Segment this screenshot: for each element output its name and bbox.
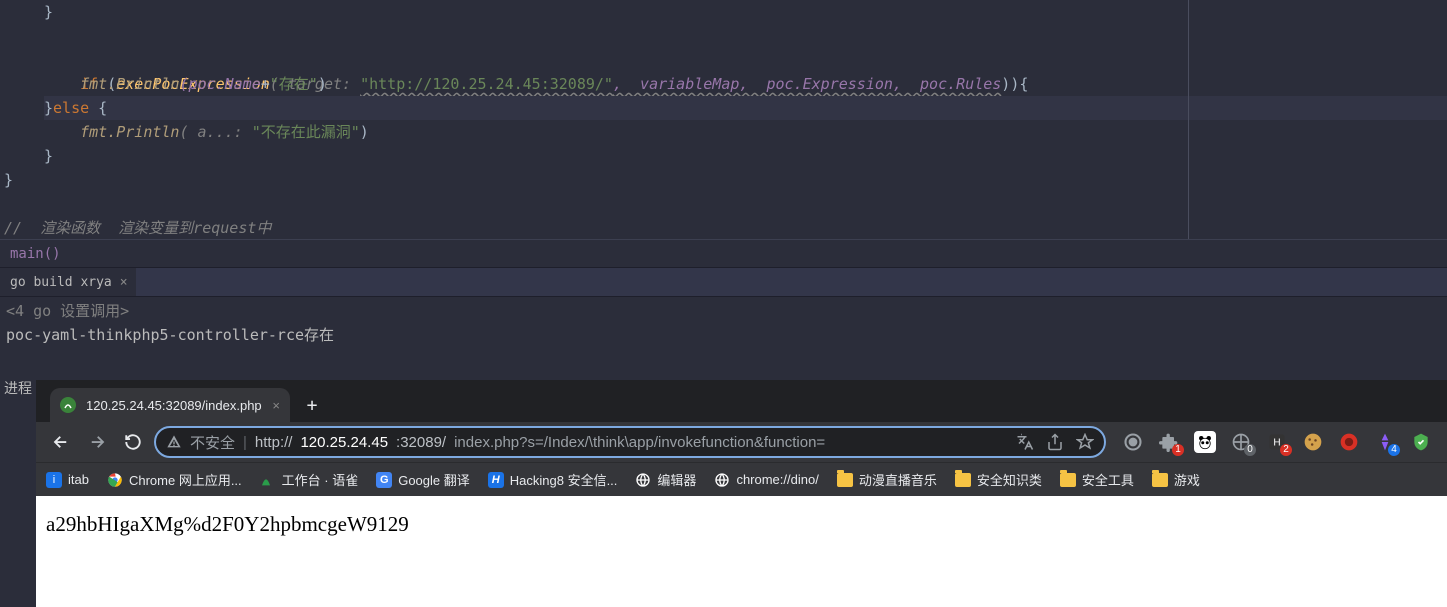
badge: 4 <box>1388 444 1400 456</box>
reload-button[interactable] <box>118 427 148 457</box>
badge: 1 <box>1172 444 1184 456</box>
ext-circle-icon[interactable] <box>1122 431 1144 453</box>
forward-button[interactable] <box>82 427 112 457</box>
star-icon[interactable] <box>1076 433 1094 451</box>
badge: 2 <box>1280 444 1292 456</box>
browser-tab-title: 120.25.24.45:32089/index.php <box>86 398 262 413</box>
warning-icon <box>166 434 182 450</box>
bookmark-icon: i <box>46 472 62 488</box>
status-text: 进程 <box>4 378 32 398</box>
console-line: <4 go 设置调用> <box>6 299 1441 323</box>
folder-icon <box>1060 473 1076 487</box>
console-line: poc-yaml-thinkphp5-controller-rce存在 <box>6 323 1441 347</box>
bookmark-item[interactable]: GGoogle 翻译 <box>376 470 470 489</box>
bookmark-icon: G <box>376 472 392 488</box>
ext-panda-icon[interactable] <box>1194 431 1216 453</box>
folder-icon <box>1152 473 1168 487</box>
run-tab-bar: go build xrya × <box>0 267 1447 297</box>
ext-red-icon[interactable] <box>1338 431 1360 453</box>
ext-cookie-icon[interactable] <box>1302 431 1324 453</box>
console-output[interactable]: <4 go 设置调用> poc-yaml-thinkphp5-controlle… <box>0 297 1447 357</box>
bookmark-icon <box>260 472 276 488</box>
run-tab[interactable]: go build xrya × <box>0 268 136 296</box>
browser-window: 120.25.24.45:32089/index.php × + 不安全 | h… <box>36 380 1447 607</box>
browser-tab-strip: 120.25.24.45:32089/index.php × + <box>36 380 1447 422</box>
page-content[interactable]: a29hbHIgaXMg%d2F0Y2hpbmcgeW9129 <box>36 496 1447 607</box>
breadcrumb[interactable]: main() <box>0 239 1447 267</box>
bookmark-folder[interactable]: 安全知识类 <box>955 470 1042 489</box>
code-comment: // 渲染函数 渲染变量到request中 <box>4 219 271 237</box>
globe-icon <box>635 472 651 488</box>
url-host: 120.25.24.45 <box>300 434 388 451</box>
page-body-text: a29hbHIgaXMg%d2F0Y2hpbmcgeW9129 <box>46 512 409 536</box>
run-tab-label: go build xrya <box>10 275 112 290</box>
browser-tab[interactable]: 120.25.24.45:32089/index.php × <box>50 388 290 422</box>
editor-vertical-divider <box>1188 0 1189 239</box>
ext-switch-icon[interactable]: 0 <box>1230 431 1252 453</box>
bookmark-item[interactable]: 编辑器 <box>635 470 696 489</box>
bookmark-icon <box>107 472 123 488</box>
close-icon[interactable]: × <box>272 398 280 413</box>
bookmark-folder[interactable]: 游戏 <box>1152 470 1200 489</box>
ext-puzzle-icon[interactable]: 1 <box>1158 431 1180 453</box>
code-editor[interactable]: } if (execPocExpression( target: "http:/… <box>0 0 1447 239</box>
kw-else: else <box>53 99 89 117</box>
globe-icon <box>714 472 730 488</box>
badge: 0 <box>1244 444 1256 456</box>
ext-hack-icon[interactable]: H2 <box>1266 431 1288 453</box>
folder-icon <box>837 473 853 487</box>
close-icon[interactable]: × <box>120 275 128 290</box>
bookmark-item[interactable]: iitab <box>46 472 89 488</box>
bookmark-item[interactable]: 工作台 · 语雀 <box>260 470 359 489</box>
extension-icons: 1 0 H2 4 <box>1112 431 1432 453</box>
bookmark-folder[interactable]: 安全工具 <box>1060 470 1134 489</box>
url-path: index.php?s=/Index/\think\app/invokefunc… <box>454 434 825 451</box>
share-icon[interactable] <box>1046 433 1064 451</box>
ext-shield-icon[interactable] <box>1410 431 1432 453</box>
fn-println: fmt.Println <box>80 75 179 93</box>
address-bar[interactable]: 不安全 | http://120.25.24.45:32089/index.ph… <box>154 426 1106 458</box>
translate-icon[interactable] <box>1016 433 1034 451</box>
favicon-icon <box>60 397 76 413</box>
new-tab-button[interactable]: + <box>298 391 326 419</box>
bookmark-folder[interactable]: 动漫直播音乐 <box>837 470 937 489</box>
bookmark-icon: H <box>488 472 504 488</box>
ext-purple-icon[interactable]: 4 <box>1374 431 1396 453</box>
bookmark-item[interactable]: Chrome 网上应用... <box>107 470 242 489</box>
bookmark-item[interactable]: chrome://dino/ <box>714 472 818 488</box>
back-button[interactable] <box>46 427 76 457</box>
code-brace: } <box>44 3 53 21</box>
browser-toolbar: 不安全 | http://120.25.24.45:32089/index.ph… <box>36 422 1447 462</box>
security-label: 不安全 <box>190 432 235 453</box>
bookmark-item[interactable]: HHacking8 安全信... <box>488 470 618 489</box>
bookmarks-bar: iitab Chrome 网上应用... 工作台 · 语雀 GGoogle 翻译… <box>36 462 1447 496</box>
folder-icon <box>955 473 971 487</box>
